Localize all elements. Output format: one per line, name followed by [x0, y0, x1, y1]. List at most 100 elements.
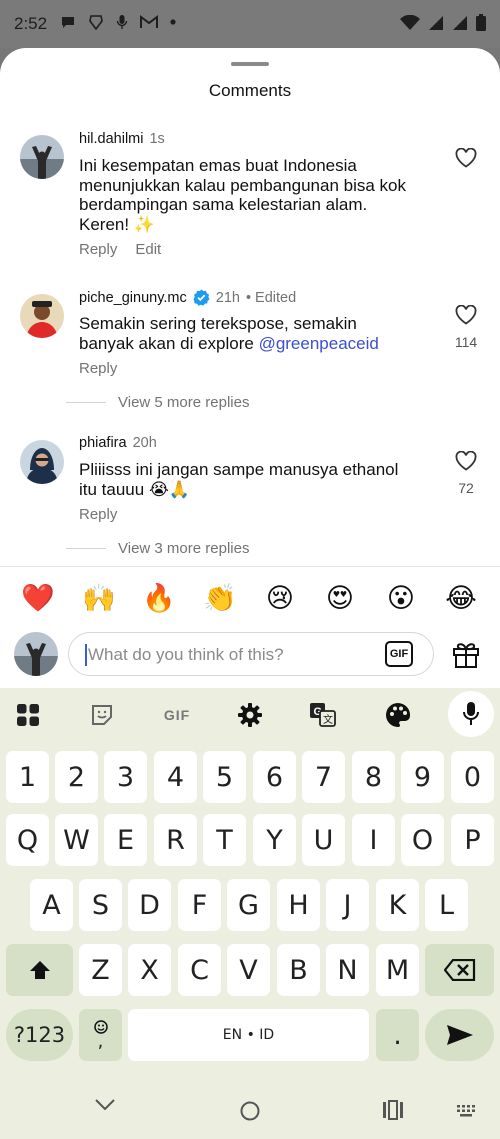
emoji-crying[interactable]: 😢: [260, 580, 300, 616]
voice-input-button[interactable]: [448, 691, 494, 737]
emoji-raising-hands[interactable]: 🙌: [79, 580, 119, 616]
key-u[interactable]: U: [302, 814, 345, 866]
nav-home-icon[interactable]: [239, 1100, 261, 1122]
drag-handle[interactable]: [231, 62, 269, 66]
gif-keyboard-button[interactable]: GIF: [160, 701, 194, 729]
key-d[interactable]: D: [128, 879, 171, 931]
key-5[interactable]: 5: [203, 751, 246, 803]
key-h[interactable]: H: [277, 879, 320, 931]
comment-text: Pliiisss ini jangan sampe manusya ethano…: [79, 460, 439, 499]
avatar[interactable]: [20, 440, 64, 484]
key-p[interactable]: P: [451, 814, 494, 866]
comment-username[interactable]: piche_ginuny.mc: [79, 290, 187, 306]
verified-badge-icon: [193, 289, 210, 306]
key-r[interactable]: R: [154, 814, 197, 866]
emoji-heart[interactable]: ❤️: [18, 580, 58, 616]
key-z[interactable]: Z: [79, 944, 122, 996]
like-button[interactable]: 114: [451, 304, 481, 350]
apps-grid-icon: [17, 704, 39, 726]
key-2[interactable]: 2: [55, 751, 98, 803]
divider: [66, 402, 106, 403]
comment-username[interactable]: phiafira: [79, 435, 127, 451]
comment-input[interactable]: What do you think of this? GIF: [68, 632, 434, 676]
comment-time: 1s: [149, 131, 165, 147]
avatar[interactable]: [20, 135, 64, 179]
translate-button[interactable]: G文: [309, 701, 337, 729]
theme-button[interactable]: [384, 701, 412, 729]
key-v[interactable]: V: [227, 944, 270, 996]
key-e[interactable]: E: [104, 814, 147, 866]
key-s[interactable]: S: [79, 879, 122, 931]
mic-notif-icon: [116, 15, 128, 29]
nav-recents-icon[interactable]: [382, 1100, 404, 1120]
comment-line: itu tauuu 😭🙏: [79, 479, 190, 499]
emoji-surprised[interactable]: 😮: [381, 580, 421, 616]
avatar[interactable]: [20, 294, 64, 338]
key-n[interactable]: N: [326, 944, 369, 996]
key-o[interactable]: O: [401, 814, 444, 866]
key-w[interactable]: W: [55, 814, 98, 866]
emoji-comma-key[interactable]: ,: [79, 1009, 122, 1061]
emoji-laughing[interactable]: 😂: [441, 580, 481, 616]
space-key[interactable]: EN • ID: [128, 1009, 369, 1061]
key-3[interactable]: 3: [104, 751, 147, 803]
reply-button[interactable]: Reply: [79, 506, 117, 523]
battery-icon: [476, 14, 486, 31]
settings-button[interactable]: [236, 701, 264, 729]
key-g[interactable]: G: [227, 879, 270, 931]
comment-input-placeholder: What do you think of this?: [88, 645, 284, 664]
comment-username[interactable]: hil.dahilmi: [79, 131, 143, 147]
key-1[interactable]: 1: [6, 751, 49, 803]
gift-button[interactable]: [450, 638, 482, 670]
keyboard-switch-icon[interactable]: [456, 1104, 476, 1118]
key-7[interactable]: 7: [302, 751, 345, 803]
key-q[interactable]: Q: [6, 814, 49, 866]
key-t[interactable]: T: [203, 814, 246, 866]
nav-back-icon[interactable]: [94, 1098, 116, 1112]
key-8[interactable]: 8: [352, 751, 395, 803]
emoji-clap[interactable]: 👏: [200, 580, 240, 616]
key-f[interactable]: F: [178, 879, 221, 931]
comment-text: Ini kesempatan emas buat Indonesia menun…: [79, 156, 439, 234]
key-c[interactable]: C: [178, 944, 221, 996]
view-replies-label: View 3 more replies: [118, 540, 250, 557]
key-x[interactable]: X: [128, 944, 171, 996]
key-k[interactable]: K: [376, 879, 419, 931]
send-key[interactable]: [425, 1009, 494, 1061]
comment-line: menunjukkan kalau pembangunan bisa kok: [79, 175, 407, 195]
key-6[interactable]: 6: [253, 751, 296, 803]
key-0[interactable]: 0: [451, 751, 494, 803]
like-button[interactable]: 72: [451, 450, 481, 496]
key-l[interactable]: L: [425, 879, 468, 931]
view-replies-label: View 5 more replies: [118, 394, 250, 411]
key-4[interactable]: 4: [154, 751, 197, 803]
key-b[interactable]: B: [277, 944, 320, 996]
emoji-fire[interactable]: 🔥: [139, 580, 179, 616]
mention-link[interactable]: @greenpeaceid: [259, 334, 379, 353]
key-9[interactable]: 9: [401, 751, 444, 803]
edit-button[interactable]: Edit: [135, 241, 161, 258]
edited-label: • Edited: [245, 289, 297, 306]
key-a[interactable]: A: [30, 879, 73, 931]
key-i[interactable]: I: [352, 814, 395, 866]
comment-text: Semakin sering terekspose, semakin banya…: [79, 314, 439, 353]
emoji-heart-eyes[interactable]: 😍: [320, 580, 360, 616]
key-m[interactable]: M: [376, 944, 419, 996]
view-replies-button[interactable]: View 5 more replies: [66, 394, 249, 411]
comment-header: piche_ginuny.mc 21h • Edited: [79, 289, 296, 306]
backspace-key[interactable]: [425, 944, 494, 996]
comment-line: Semakin sering terekspose, semakin: [79, 314, 357, 333]
sticker-button[interactable]: [88, 701, 116, 729]
shift-key[interactable]: [6, 944, 73, 996]
like-button[interactable]: [451, 147, 481, 173]
reply-button[interactable]: Reply: [79, 241, 117, 258]
key-y[interactable]: Y: [253, 814, 296, 866]
symbols-key[interactable]: ?123: [6, 1009, 73, 1061]
key-j[interactable]: J: [326, 879, 369, 931]
comment-line: Keren! ✨: [79, 214, 155, 234]
period-key[interactable]: .: [376, 1009, 419, 1061]
apps-grid-button[interactable]: [14, 701, 42, 729]
reply-button[interactable]: Reply: [79, 360, 117, 377]
gif-button[interactable]: GIF: [385, 641, 413, 667]
view-replies-button[interactable]: View 3 more replies: [66, 540, 249, 557]
